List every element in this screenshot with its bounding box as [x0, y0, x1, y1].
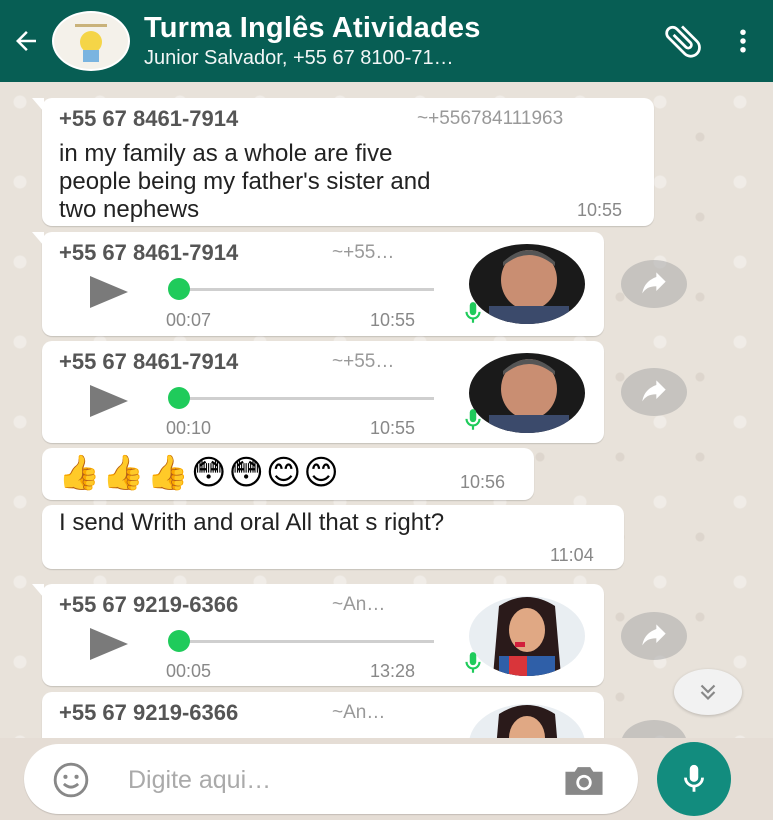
audio-seekbar[interactable]	[174, 640, 434, 643]
camera-icon	[565, 767, 603, 795]
seekbar-thumb[interactable]	[168, 387, 190, 409]
sender-phone[interactable]: +55 67 8461-7914	[59, 106, 238, 132]
sender-avatar[interactable]	[469, 596, 585, 676]
forward-icon	[642, 380, 666, 402]
sender-phone[interactable]: +55 67 9219-6366	[59, 700, 238, 726]
message-input[interactable]: Digite aqui…	[24, 744, 638, 814]
audio-duration: 00:10	[166, 418, 212, 438]
message-input-placeholder: Digite aqui…	[128, 766, 272, 794]
voice-note-indicator	[460, 298, 486, 333]
message-time: 10:55	[370, 310, 416, 330]
play-button[interactable]	[88, 383, 130, 424]
forward-icon	[642, 272, 666, 294]
chat-titles[interactable]: Turma Inglês Atividades Junior Salvador,…	[144, 12, 653, 70]
voice-message[interactable]: +55 67 9219-6366 ~An… 00:05 13:28	[32, 584, 604, 686]
chat-participants: Junior Salvador, +55 67 8100-71…	[144, 47, 454, 69]
sender-alias: ~An…	[332, 594, 386, 615]
sender-alias: ~+55…	[332, 242, 395, 263]
audio-seekbar[interactable]	[174, 397, 434, 400]
camera-button[interactable]	[560, 764, 608, 803]
paperclip-icon	[665, 25, 701, 58]
group-avatar-image	[61, 16, 121, 66]
mic-icon	[465, 409, 481, 430]
mic-icon	[684, 764, 704, 792]
forward-button[interactable]	[621, 260, 687, 308]
more-vert-icon	[740, 29, 746, 53]
play-button[interactable]	[88, 274, 130, 315]
message-time: 13:28	[370, 661, 416, 681]
text-message[interactable]: I send Writh and oral All that s right? …	[42, 505, 624, 569]
emoji-button[interactable]	[52, 761, 90, 804]
audio-duration: 00:05	[166, 661, 212, 681]
seekbar-thumb[interactable]	[168, 278, 190, 300]
sender-phone[interactable]: +55 67 8461-7914	[59, 240, 238, 266]
emoji-message[interactable]: 👍👍👍😳😳😊😊 10:56	[42, 448, 534, 500]
play-icon	[90, 628, 128, 660]
sender-avatar[interactable]	[469, 704, 585, 738]
sender-phone[interactable]: +55 67 8461-7914	[59, 349, 238, 375]
mic-icon	[465, 652, 481, 673]
sender-avatar[interactable]	[469, 244, 585, 324]
back-arrow-icon	[16, 31, 36, 51]
message-text: I send Writh and oral All that s right?	[59, 509, 445, 536]
mic-icon	[465, 302, 481, 323]
sender-alias: ~+55…	[332, 351, 395, 372]
play-icon	[90, 385, 128, 417]
forward-button[interactable]	[621, 612, 687, 660]
message-time: 10:56	[460, 472, 506, 492]
voice-note-indicator	[460, 648, 486, 683]
text-message[interactable]: +55 67 8461-7914 ~+556784111963 in my fa…	[32, 98, 654, 226]
audio-seekbar[interactable]	[174, 288, 434, 291]
play-button[interactable]	[88, 626, 130, 667]
sender-alias: ~An…	[332, 702, 386, 723]
voice-message[interactable]: +55 67 8461-7914 ~+55… 00:10 10:55	[42, 341, 604, 443]
sender-avatar[interactable]	[469, 353, 585, 433]
emoji-text: 👍👍👍😳😳😊😊	[58, 454, 341, 492]
voice-message[interactable]: +55 67 8461-7914 ~+55… 00:07 10:55	[32, 232, 604, 336]
audio-duration: 00:07	[166, 310, 212, 330]
seekbar-thumb[interactable]	[168, 630, 190, 652]
message-time: 11:04	[550, 545, 594, 565]
avatar-photo	[469, 704, 585, 738]
record-voice-button[interactable]	[657, 742, 731, 816]
group-avatar[interactable]	[52, 11, 130, 71]
back-button[interactable]	[0, 0, 52, 82]
forward-button[interactable]	[621, 720, 687, 738]
message-time: 10:55	[577, 200, 623, 220]
avatar-photo	[469, 596, 585, 676]
emoji-icon	[53, 762, 89, 798]
message-text: in my family as a whole are five people …	[59, 140, 431, 223]
menu-button[interactable]	[713, 0, 773, 82]
attach-button[interactable]	[653, 0, 713, 82]
forward-icon	[642, 624, 666, 646]
composer-bar: Digite aqui…	[0, 738, 773, 820]
forward-button[interactable]	[621, 368, 687, 416]
message-list[interactable]: +55 67 8461-7914 ~+556784111963 in my fa…	[0, 82, 773, 738]
voice-note-indicator	[460, 405, 486, 440]
voice-message[interactable]: +55 67 9219-6366 ~An…	[42, 692, 604, 738]
sender-phone[interactable]: +55 67 9219-6366	[59, 592, 238, 618]
message-time: 10:55	[370, 418, 416, 438]
avatar-photo	[469, 353, 585, 433]
avatar-photo	[469, 244, 585, 324]
scroll-to-bottom-button[interactable]	[674, 669, 742, 715]
double-chevron-down-icon	[700, 684, 716, 701]
play-icon	[90, 276, 128, 308]
chat-title: Turma Inglês Atividades	[144, 12, 481, 44]
chat-header: Turma Inglês Atividades Junior Salvador,…	[0, 0, 773, 82]
sender-alias: ~+556784111963	[417, 108, 564, 129]
